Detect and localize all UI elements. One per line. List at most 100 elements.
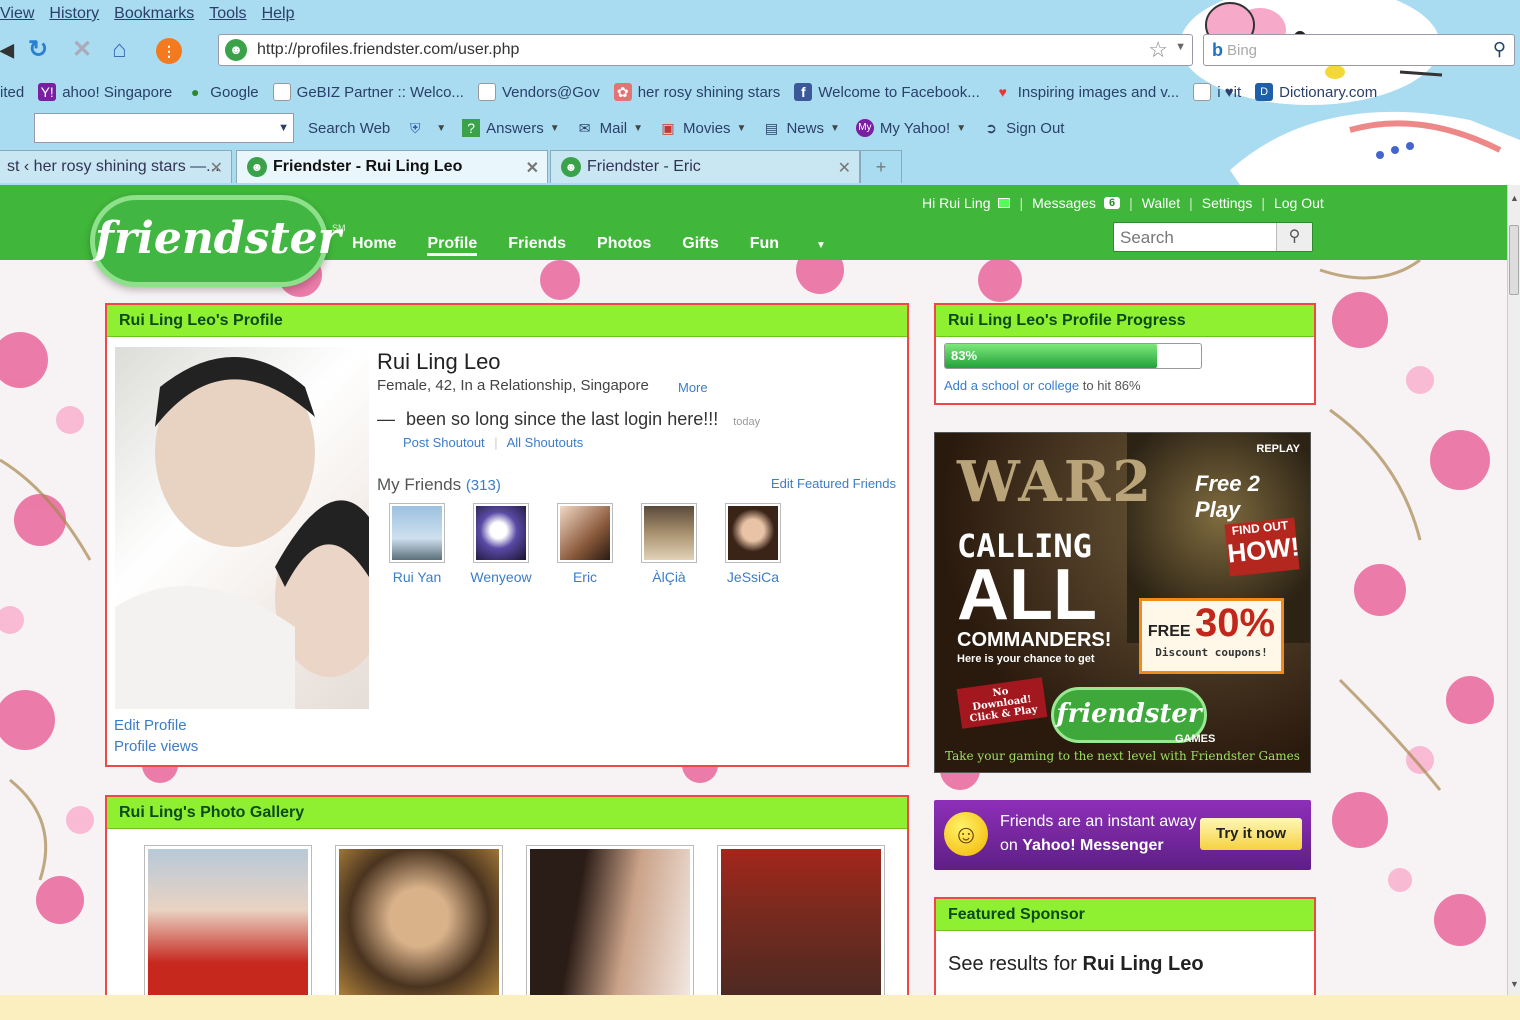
all-shoutouts-link[interactable]: All Shoutouts (507, 435, 584, 450)
messages-count-badge[interactable]: 6 (1103, 197, 1121, 209)
dropdown-icon[interactable]: ▼ (278, 122, 289, 134)
friend-name[interactable]: Wenyeow (470, 569, 531, 585)
ad-replay[interactable]: REPLAY (1256, 443, 1300, 455)
close-icon[interactable]: ✕ (210, 158, 223, 178)
menu-history[interactable]: History (49, 5, 99, 23)
new-tab-button[interactable]: + (860, 150, 902, 183)
friend-avatar[interactable] (725, 503, 781, 563)
close-icon[interactable]: ✕ (838, 158, 851, 178)
dropdown-icon[interactable]: ▼ (956, 123, 966, 134)
toolbar-news[interactable]: ▤ News ▼ (762, 119, 840, 137)
edit-profile-link[interactable]: Edit Profile (114, 717, 187, 734)
home-icon[interactable]: ⌂ (112, 36, 127, 64)
addon-icon[interactable]: ⋮ (156, 38, 182, 64)
bookmark-facebook[interactable]: f Welcome to Facebook... (794, 83, 980, 101)
bookmark-gebiz[interactable]: GeBIZ Partner :: Welco... (272, 83, 464, 101)
bookmark-vendors-gov[interactable]: Vendors@Gov (477, 83, 600, 101)
yahoo-search-input[interactable]: ▼ (34, 113, 294, 143)
friend-name[interactable]: Eric (573, 569, 597, 585)
sponsor-link[interactable]: Rui Ling Leo (1083, 953, 1204, 975)
friend-avatar[interactable] (557, 503, 613, 563)
friend-avatar[interactable] (641, 503, 697, 563)
url-dropdown-icon[interactable]: ▼ (1175, 41, 1186, 53)
tab-friendster-eric[interactable]: ☻ Friendster - Eric ✕ (550, 150, 860, 183)
toolbar-my-yahoo[interactable]: My My Yahoo! ▼ (855, 119, 966, 137)
tab-blog[interactable]: st ‹ her rosy shining stars —... ✕ (0, 150, 232, 183)
bookmark-google[interactable]: ● Google (186, 83, 259, 101)
dropdown-icon[interactable]: ▼ (633, 123, 643, 134)
toolbar-sign-out[interactable]: ➲ Sign Out (982, 119, 1064, 137)
yahoo-messenger-ad[interactable]: ☺ Friends are an instant away on Yahoo! … (934, 800, 1311, 870)
friend-name[interactable]: Rui Yan (393, 569, 442, 585)
dropdown-icon[interactable]: ▼ (436, 123, 446, 134)
search-icon[interactable]: ⚲ (1276, 223, 1312, 251)
profile-photo[interactable] (115, 347, 369, 709)
settings-link[interactable]: Settings (1202, 195, 1253, 211)
menu-view[interactable]: View (0, 5, 34, 23)
war2-game-ad[interactable]: REPLAY WAR2 Free 2 Play CALLING ALL COMM… (934, 432, 1311, 773)
friend-card[interactable]: Rui Yan (385, 503, 449, 585)
friend-avatar[interactable] (473, 503, 529, 563)
add-school-link[interactable]: Add a school or college (944, 378, 1079, 393)
stop-icon[interactable]: ✕ (72, 36, 92, 64)
nav-photos[interactable]: Photos (597, 235, 651, 256)
bookmark-yahoo-singapore[interactable]: Y! ahoo! Singapore (38, 83, 172, 101)
bookmark-star-icon[interactable]: ☆ (1148, 37, 1168, 63)
friend-card[interactable]: Eric (553, 503, 617, 585)
more-link[interactable]: More (678, 380, 708, 395)
friend-card[interactable]: ÀlÇià (637, 503, 701, 585)
friend-name[interactable]: ÀlÇià (652, 569, 685, 585)
bookmark-her-rosy-shining-stars[interactable]: ✿ her rosy shining stars (613, 83, 780, 101)
menu-help[interactable]: Help (262, 5, 295, 23)
scroll-thumb[interactable] (1509, 225, 1519, 295)
gallery-photo[interactable] (335, 845, 503, 995)
tab-friendster-rui-ling-leo[interactable]: ☻ Friendster - Rui Ling Leo ✕ (236, 150, 548, 183)
nav-profile[interactable]: Profile (427, 235, 478, 256)
page-scrollbar[interactable]: ▲ ▼ (1507, 185, 1520, 995)
bookmark-inspiring-images[interactable]: ♥ Inspiring images and v... (994, 83, 1180, 101)
url-bar[interactable]: ☻ http://profiles.friendster.com/user.ph… (218, 34, 1193, 66)
menu-tools[interactable]: Tools (209, 5, 246, 23)
menu-bookmarks[interactable]: Bookmarks (114, 5, 194, 23)
browser-search-box[interactable]: b Bing ⚲ (1203, 34, 1515, 66)
site-identity-icon[interactable]: ☻ (225, 39, 247, 61)
dropdown-icon[interactable]: ▼ (830, 123, 840, 134)
friend-name[interactable]: JeSsiCa (727, 569, 779, 585)
site-search-input[interactable]: Search ⚲ (1113, 222, 1313, 252)
user-greeting[interactable]: Hi Rui Ling (922, 195, 990, 211)
profile-views-link[interactable]: Profile views (114, 738, 198, 755)
edit-featured-friends-link[interactable]: Edit Featured Friends (771, 476, 896, 491)
friend-card[interactable]: Wenyeow (469, 503, 533, 585)
bing-icon[interactable]: b (1212, 40, 1223, 61)
bookmark-dictionary[interactable]: D Dictionary.com (1255, 83, 1377, 101)
toolbar-shield[interactable]: ⛨ ▼ (406, 119, 446, 137)
logout-link[interactable]: Log Out (1274, 195, 1324, 211)
status-icon[interactable] (998, 198, 1011, 208)
friends-count-link[interactable]: (313) (466, 477, 501, 494)
gallery-photo[interactable] (144, 845, 312, 995)
try-it-now-button[interactable]: Try it now (1200, 818, 1302, 850)
close-icon[interactable]: ✕ (526, 158, 539, 178)
messages-link[interactable]: Messages (1032, 195, 1096, 211)
toolbar-search-web[interactable]: Search Web (308, 120, 390, 137)
friend-card[interactable]: JeSsiCa (721, 503, 785, 585)
dropdown-icon[interactable]: ▼ (737, 123, 747, 134)
reload-icon[interactable]: ↻ (28, 36, 48, 64)
nav-fun[interactable]: Fun ▼ (750, 235, 857, 256)
scroll-up-icon[interactable]: ▲ (1510, 193, 1519, 203)
dropdown-icon[interactable]: ▼ (550, 123, 560, 134)
toolbar-answers[interactable]: ? Answers ▼ (462, 119, 560, 137)
nav-friends[interactable]: Friends (508, 235, 566, 256)
wallet-link[interactable]: Wallet (1142, 195, 1180, 211)
gallery-photo[interactable] (717, 845, 885, 995)
gallery-photo[interactable] (526, 845, 694, 995)
post-shoutout-link[interactable]: Post Shoutout (403, 435, 485, 450)
back-icon[interactable]: ◀ (0, 36, 14, 64)
nav-home[interactable]: Home (352, 235, 396, 256)
scroll-down-icon[interactable]: ▼ (1510, 979, 1519, 989)
bookmark-most-visited[interactable]: ited (0, 84, 24, 101)
toolbar-mail[interactable]: ✉ Mail ▼ (576, 119, 643, 137)
bookmark-i-heart-it[interactable]: i ♥it (1193, 83, 1241, 101)
nav-gifts[interactable]: Gifts (682, 235, 718, 256)
toolbar-movies[interactable]: ▣ Movies ▼ (659, 119, 746, 137)
